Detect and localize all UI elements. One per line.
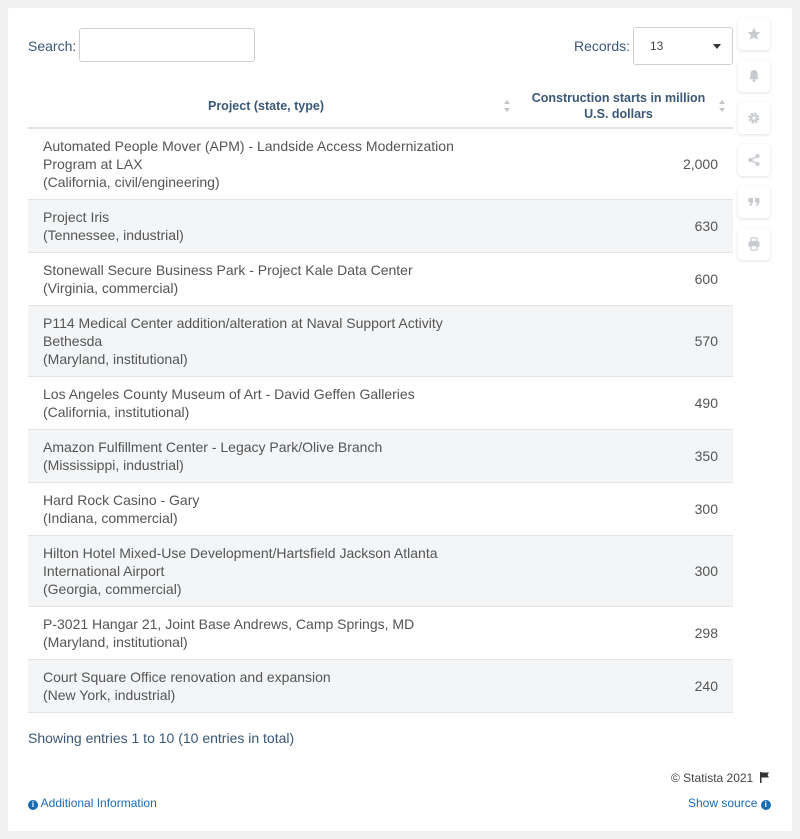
share-icon	[748, 154, 760, 166]
value-cell: 570	[518, 305, 733, 377]
value-cell: 240	[518, 659, 733, 713]
data-table: Project (state, type) Construction start…	[28, 84, 733, 713]
info-icon: i	[28, 800, 38, 810]
additional-info-link[interactable]: i Additional Information	[28, 796, 157, 810]
value-cell: 2,000	[518, 128, 733, 200]
project-name: Amazon Fulfillment Center - Legacy Park/…	[43, 439, 383, 455]
project-meta: (New York, industrial)	[43, 687, 176, 703]
copyright: © Statista 2021	[671, 771, 770, 785]
table-row: Hard Rock Casino - Gary (Indiana, commerc…	[28, 482, 733, 536]
project-name: Los Angeles County Museum of Art - David…	[43, 386, 415, 402]
additional-info-label: Additional Information	[40, 796, 157, 810]
notification-button[interactable]	[738, 60, 770, 92]
value-cell: 300	[518, 482, 733, 536]
share-button[interactable]	[738, 144, 770, 176]
project-cell: Hard Rock Casino - Gary (Indiana, commerc…	[28, 482, 518, 536]
star-icon	[747, 27, 761, 40]
flag-icon[interactable]	[759, 772, 770, 783]
statista-card: Search: Records: 13 Project (state, type…	[8, 8, 792, 831]
project-cell: P114 Medical Center addition/alteration …	[28, 305, 518, 377]
project-cell: Court Square Office renovation and expan…	[28, 659, 518, 713]
project-meta: (Maryland, institutional)	[43, 634, 188, 650]
project-name: Hard Rock Casino - Gary	[43, 492, 200, 508]
value-cell: 490	[518, 376, 733, 430]
entries-info: Showing entries 1 to 10 (10 entries in t…	[28, 730, 295, 746]
project-meta: (Tennessee, industrial)	[43, 227, 184, 243]
copyright-text: © Statista 2021	[671, 771, 754, 785]
sidebar-tools	[738, 18, 772, 270]
table-row: P-3021 Hangar 21, Joint Base Andrews, Ca…	[28, 606, 733, 660]
table-body: Automated People Mover (APM) - Landside …	[28, 128, 733, 713]
sort-icon	[719, 99, 727, 112]
table-row: Stonewall Secure Business Park - Project…	[28, 252, 733, 306]
gear-icon	[748, 112, 760, 124]
info-icon: i	[760, 800, 771, 810]
project-name: P-3021 Hangar 21, Joint Base Andrews, Ca…	[43, 616, 415, 632]
value-cell: 350	[518, 429, 733, 483]
bell-icon	[749, 70, 759, 82]
search-input[interactable]	[79, 28, 255, 62]
records-select-value: 13	[650, 39, 664, 53]
project-cell: Automated People Mover (APM) - Landside …	[28, 128, 518, 200]
column-header-label: Construction starts in million U.S. doll…	[531, 90, 706, 121]
chevron-down-icon	[713, 44, 721, 49]
project-meta: (California, institutional)	[43, 404, 190, 420]
project-meta: (Virginia, commercial)	[43, 280, 179, 296]
favorite-button[interactable]	[738, 18, 770, 50]
settings-button[interactable]	[738, 102, 770, 134]
table-row: Automated People Mover (APM) - Landside …	[28, 128, 733, 200]
project-name: Hilton Hotel Mixed-Use Development/Harts…	[43, 545, 438, 579]
value-cell: 630	[518, 199, 733, 253]
search-label: Search:	[28, 38, 77, 54]
project-cell: Stonewall Secure Business Park - Project…	[28, 252, 518, 306]
records-label: Records:	[574, 38, 631, 54]
table-row: Court Square Office renovation and expan…	[28, 659, 733, 713]
value-cell: 298	[518, 606, 733, 660]
table-row: Hilton Hotel Mixed-Use Development/Harts…	[28, 535, 733, 607]
project-name: Automated People Mover (APM) - Landside …	[43, 138, 454, 172]
table-row: P114 Medical Center addition/alteration …	[28, 305, 733, 377]
quote-icon	[748, 198, 760, 206]
project-name: Project Iris	[43, 209, 110, 225]
project-cell: Amazon Fulfillment Center - Legacy Park/…	[28, 429, 518, 483]
project-meta: (California, civil/engineering)	[43, 174, 220, 190]
records-select[interactable]: 13	[633, 27, 733, 65]
project-meta: (Georgia, commercial)	[43, 581, 182, 597]
show-source-link[interactable]: Show source i	[688, 796, 771, 810]
sort-icon	[504, 99, 512, 112]
table-row: Amazon Fulfillment Center - Legacy Park/…	[28, 429, 733, 483]
project-name: P114 Medical Center addition/alteration …	[43, 315, 443, 349]
project-cell: Hilton Hotel Mixed-Use Development/Harts…	[28, 535, 518, 607]
column-header-project[interactable]: Project (state, type)	[28, 84, 518, 129]
print-button[interactable]	[738, 228, 770, 260]
column-header-value[interactable]: Construction starts in million U.S. doll…	[518, 84, 733, 129]
show-source-label: Show source	[688, 796, 758, 810]
project-meta: (Maryland, institutional)	[43, 351, 188, 367]
project-name: Court Square Office renovation and expan…	[43, 669, 331, 685]
project-cell: Project Iris (Tennessee, industrial)	[28, 199, 518, 253]
table-row: Project Iris (Tennessee, industrial) 630	[28, 199, 733, 253]
column-header-label: Project (state, type)	[207, 98, 324, 113]
project-cell: P-3021 Hangar 21, Joint Base Andrews, Ca…	[28, 606, 518, 660]
print-icon	[748, 237, 760, 251]
project-meta: (Mississippi, industrial)	[43, 457, 184, 473]
project-cell: Los Angeles County Museum of Art - David…	[28, 376, 518, 430]
cite-button[interactable]	[738, 186, 770, 218]
table-header-row: Project (state, type) Construction start…	[28, 84, 733, 129]
table-row: Los Angeles County Museum of Art - David…	[28, 376, 733, 430]
project-meta: (Indiana, commercial)	[43, 510, 178, 526]
value-cell: 600	[518, 252, 733, 306]
value-cell: 300	[518, 535, 733, 607]
project-name: Stonewall Secure Business Park - Project…	[43, 262, 413, 278]
